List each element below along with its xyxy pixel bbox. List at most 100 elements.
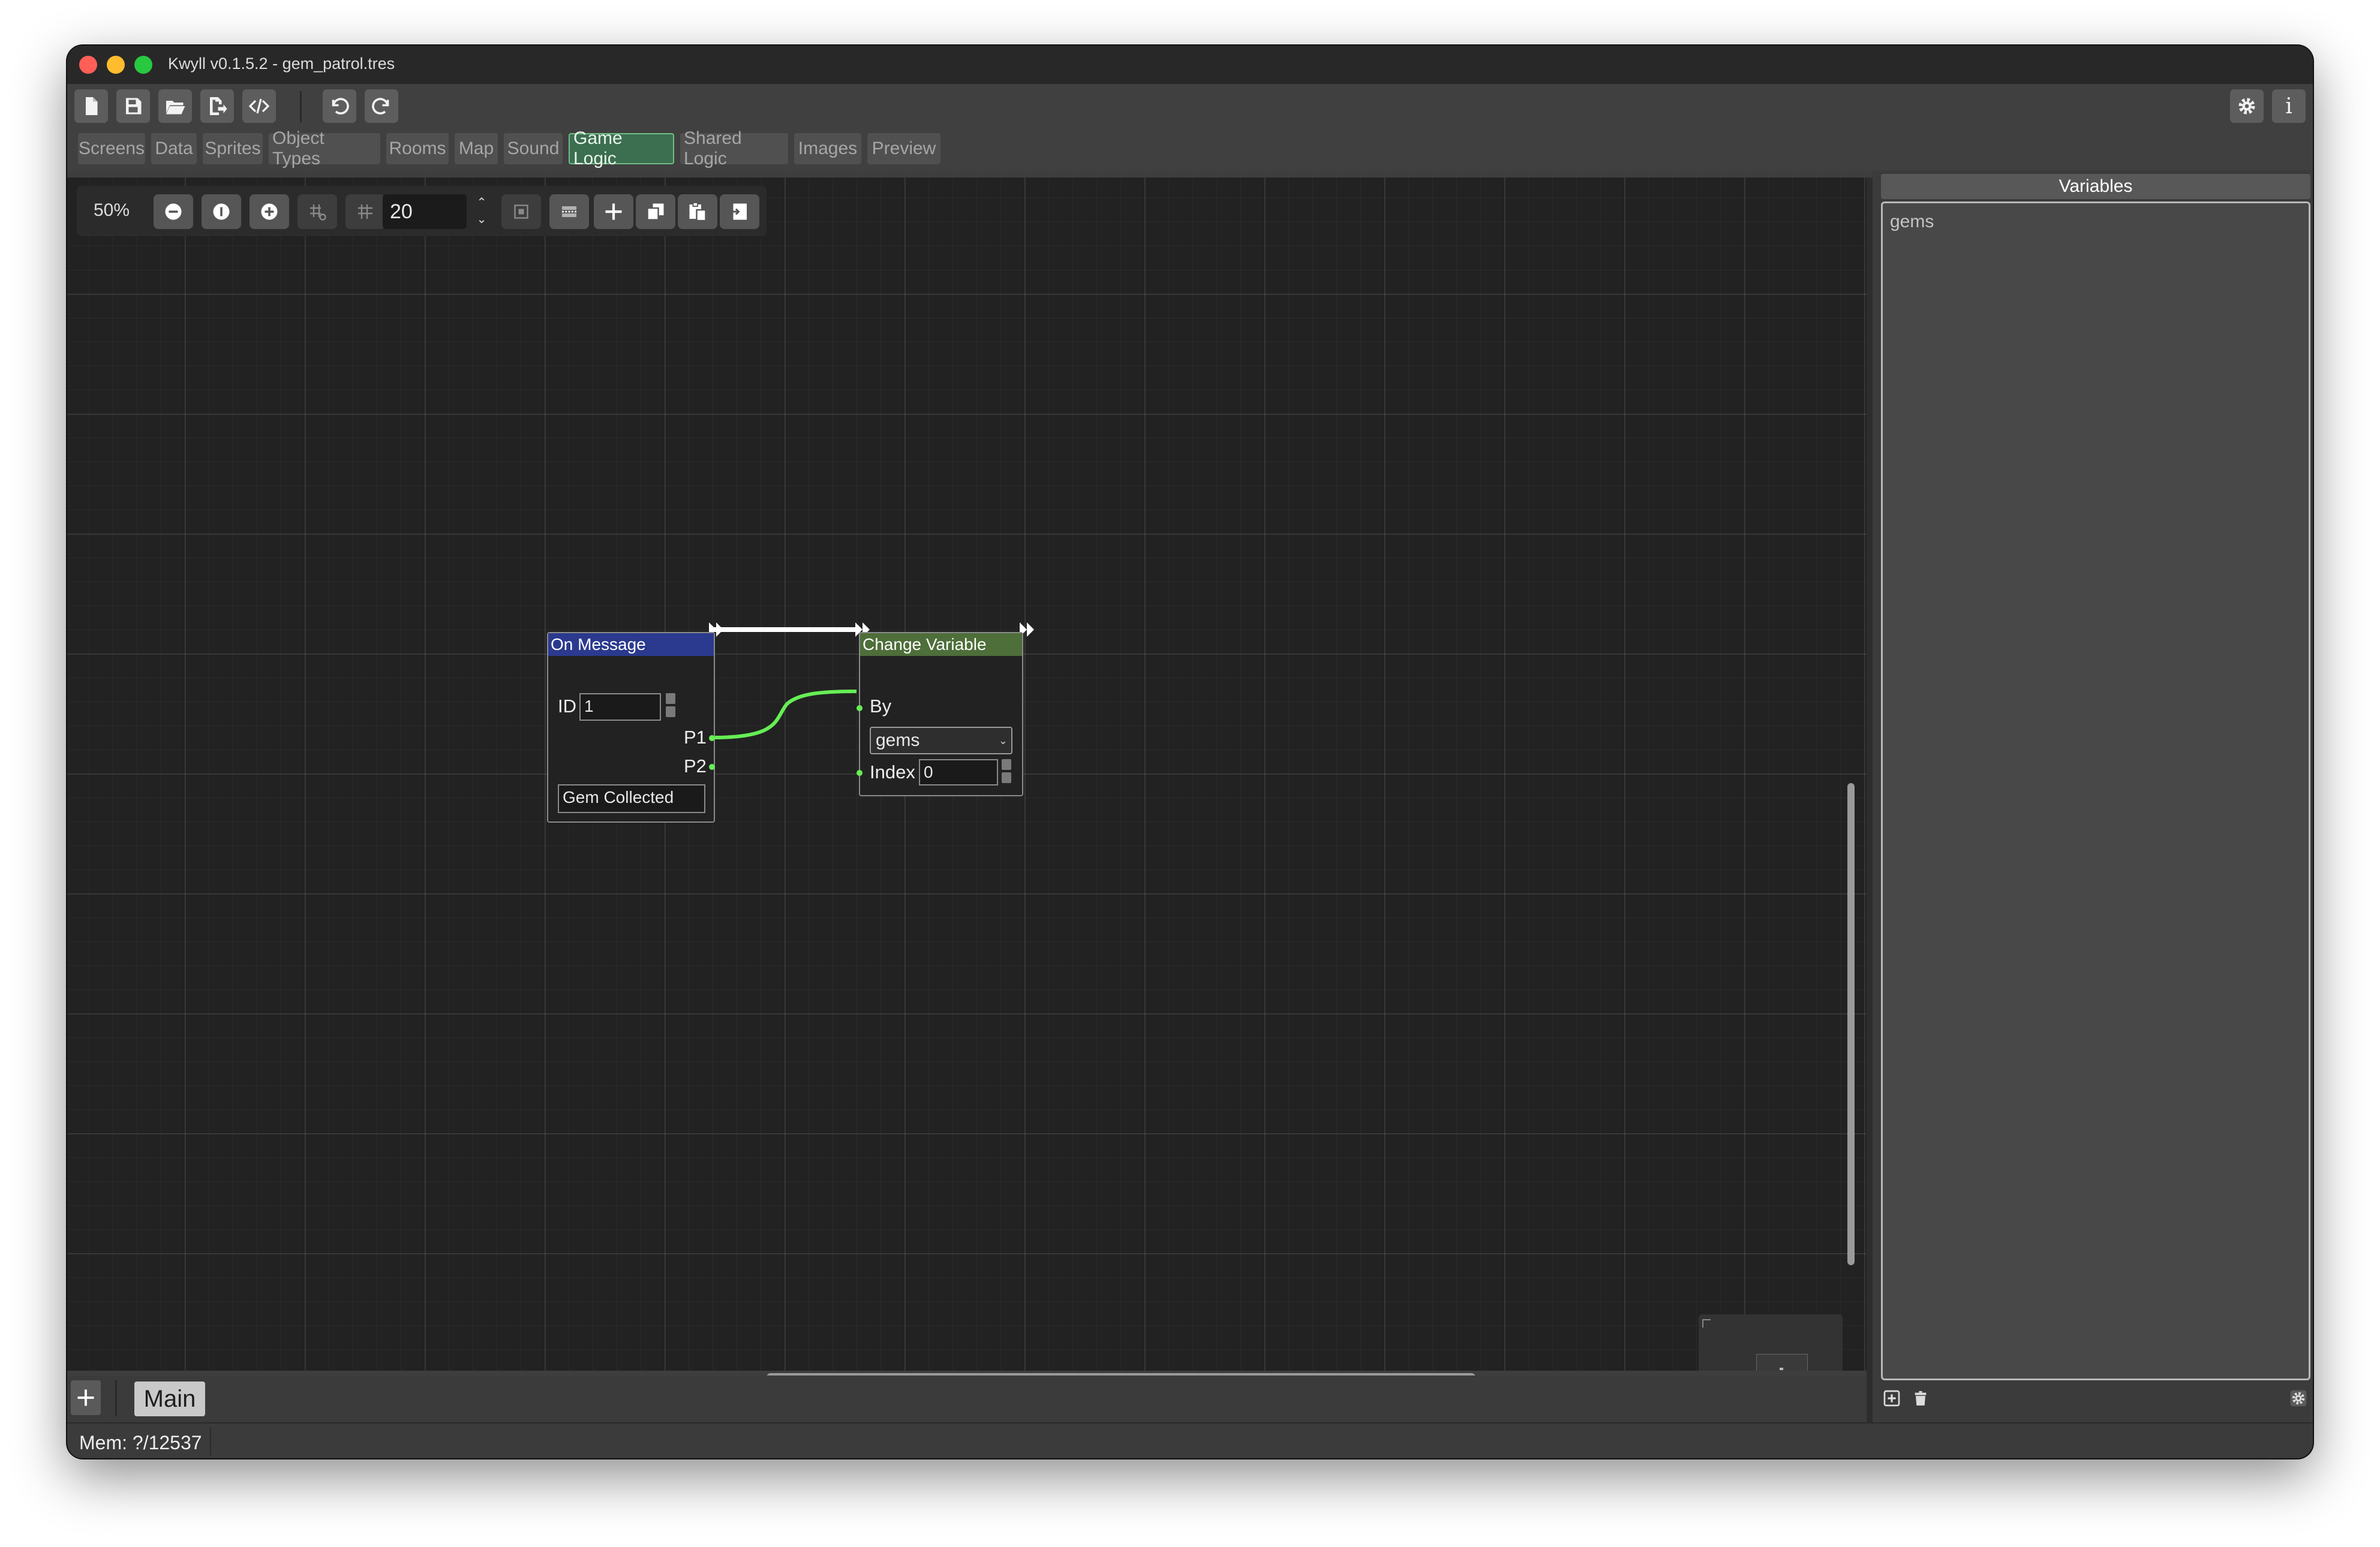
logic-graph-canvas[interactable]: 50% 20 ⌃ ⌄ On Message ID 1 P1 P2 Gem Col… [67, 177, 1867, 1371]
tab-data[interactable]: Data [151, 133, 197, 164]
add-page-button[interactable] [71, 1380, 101, 1415]
message-name-field[interactable]: Gem Collected [558, 784, 705, 813]
tab-screens[interactable]: Screens [78, 133, 145, 164]
message-id-stepper[interactable] [666, 693, 677, 720]
snap-button[interactable] [298, 194, 337, 229]
graph-toolbar: 50% 20 ⌃ ⌄ [77, 186, 767, 236]
info-button[interactable]: i [2272, 89, 2306, 123]
close-window-button[interactable] [79, 56, 97, 74]
variables-panel-title: Variables [1881, 174, 2310, 199]
save-icon [126, 98, 142, 115]
variable-settings-button[interactable] [2288, 1388, 2309, 1409]
settings-button[interactable] [2230, 89, 2264, 123]
on-message-node-title: On Message [548, 633, 714, 656]
page-tabs-bar: Main [67, 1376, 1867, 1422]
status-bar: Mem: ?/12537 [67, 1422, 2313, 1458]
id-label: ID [558, 696, 576, 717]
open-button[interactable] [158, 89, 192, 123]
by-input-port[interactable] [857, 705, 863, 711]
export-button[interactable] [200, 89, 234, 123]
new-file-icon [86, 97, 98, 115]
status-separator [210, 1427, 211, 1456]
change-variable-node-title: Change Variable [860, 633, 1022, 656]
p2-output-port[interactable] [709, 764, 715, 770]
paste-button[interactable] [678, 194, 717, 229]
tab-sprites[interactable]: Sprites [203, 133, 263, 164]
new-file-button[interactable] [74, 89, 108, 123]
chevron-down-icon[interactable]: ⌄ [473, 211, 491, 228]
minimap-button[interactable] [501, 194, 541, 229]
on-message-node[interactable]: On Message ID 1 P1 P2 Gem Collected [547, 632, 715, 823]
copy-button[interactable] [636, 194, 675, 229]
add-variable-button[interactable] [1881, 1388, 1903, 1409]
code-icon [248, 98, 270, 114]
gear-icon [2290, 1390, 2307, 1407]
info-icon: i [2285, 94, 2292, 119]
gear-icon [2238, 98, 2255, 115]
section-tabs: Screens Data Sprites Object Types Rooms … [67, 127, 2313, 170]
plus-icon [77, 1389, 94, 1406]
trash-icon [1915, 1391, 1927, 1405]
minimap-nodes [1780, 1368, 1783, 1370]
variable-select[interactable]: gems ⌄ [870, 727, 1012, 754]
tab-images[interactable]: Images [794, 133, 861, 164]
chevron-up-icon[interactable]: ⌃ [473, 194, 491, 211]
p1-label: P1 [684, 727, 707, 748]
add-node-button[interactable] [594, 194, 633, 229]
variables-list[interactable]: gems [1881, 201, 2310, 1380]
duplicate-icon [731, 203, 747, 220]
snap-distance-input[interactable]: 20 [383, 194, 467, 229]
code-button[interactable] [242, 89, 276, 123]
page-tab-main[interactable]: Main [134, 1382, 205, 1416]
vertical-scrollbar[interactable] [1847, 783, 1855, 1265]
by-label: By [870, 696, 892, 717]
tab-game-logic[interactable]: Game Logic [569, 128, 674, 168]
app-window: Kwyll v0.1.5.2 - gem_patrol.tres i Scree… [67, 46, 2313, 1458]
index-field[interactable]: 0 [919, 759, 998, 785]
variable-item[interactable]: gems [1890, 212, 1934, 232]
add-node-icon [605, 203, 622, 220]
delete-variable-button[interactable] [1910, 1388, 1931, 1409]
tab-sound[interactable]: Sound [504, 133, 563, 164]
panel-splitter[interactable] [1867, 177, 1873, 1422]
grid-toggle-button[interactable] [345, 194, 385, 229]
save-button[interactable] [116, 89, 150, 123]
minimize-window-button[interactable] [107, 56, 125, 74]
tab-object-types[interactable]: Object Types [269, 128, 380, 168]
zoom-in-button[interactable] [250, 194, 289, 229]
index-stepper[interactable] [1002, 759, 1012, 785]
paste-icon [689, 202, 707, 222]
zoom-out-icon [165, 203, 182, 220]
change-variable-node[interactable]: Change Variable By gems ⌄ Index 0 [857, 632, 1023, 796]
zoom-reset-button[interactable] [202, 194, 241, 229]
undo-icon [332, 98, 349, 115]
page-tabs-separator [115, 1380, 117, 1416]
data-connection [713, 690, 857, 739]
tab-map[interactable]: Map [455, 133, 498, 164]
undo-button[interactable] [323, 89, 356, 123]
minimap-icon [514, 204, 528, 219]
main-toolbar: i [67, 84, 2313, 127]
zoom-in-icon [261, 203, 278, 220]
open-folder-icon [166, 101, 185, 115]
snap-stepper[interactable]: ⌃ ⌄ [473, 194, 491, 229]
graph-minimap[interactable] [1699, 1314, 1843, 1371]
memory-status: Mem: ?/12537 [79, 1432, 202, 1453]
tab-rooms[interactable]: Rooms [386, 133, 449, 164]
tab-shared-logic[interactable]: Shared Logic [680, 128, 788, 168]
message-id-field[interactable]: 1 [579, 693, 661, 721]
grid-snap-icon [310, 204, 326, 221]
variables-panel: Variables gems [1873, 170, 2313, 1423]
duplicate-button[interactable] [720, 194, 759, 229]
p1-output-port[interactable] [709, 735, 715, 741]
zoom-out-button[interactable] [154, 194, 193, 229]
index-input-port[interactable] [857, 770, 863, 776]
maximize-window-button[interactable] [134, 56, 152, 74]
add-icon [1883, 1390, 1900, 1407]
arrange-button[interactable] [549, 194, 589, 229]
tab-preview[interactable]: Preview [867, 133, 940, 164]
minimap-resize-handle[interactable] [1702, 1319, 1711, 1328]
title-bar: Kwyll v0.1.5.2 - gem_patrol.tres [67, 46, 2313, 84]
redo-button[interactable] [365, 89, 398, 123]
minimap-viewport[interactable] [1756, 1354, 1808, 1371]
